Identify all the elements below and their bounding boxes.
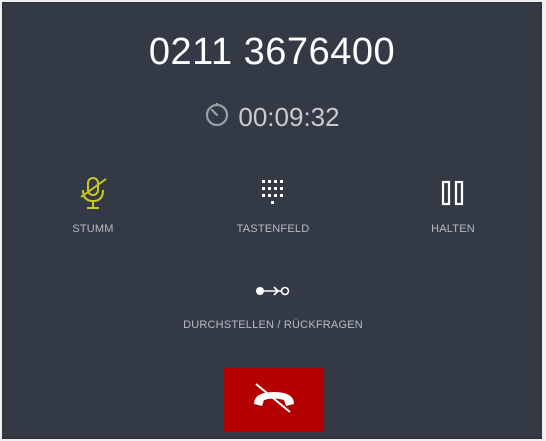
hang-up-button[interactable] bbox=[223, 368, 324, 432]
keypad-label: TASTENFELD bbox=[236, 223, 310, 235]
transfer-icon bbox=[173, 281, 373, 301]
dialpad-icon bbox=[203, 175, 343, 211]
stopwatch-icon bbox=[204, 101, 238, 134]
pause-icon bbox=[383, 175, 523, 211]
keypad-button[interactable]: TASTENFELD bbox=[203, 175, 343, 235]
hang-up-phone-icon bbox=[250, 382, 298, 419]
phone-number: 0211 3676400 bbox=[148, 31, 396, 73]
call-panel: 0211 3676400 00:09:32 STUMM TASTENFELD H… bbox=[2, 2, 542, 439]
mute-button[interactable]: STUMM bbox=[23, 175, 163, 235]
hold-button[interactable]: HALTEN bbox=[383, 175, 523, 235]
transfer-button[interactable]: DURCHSTELLEN / RÜCKFRAGEN bbox=[173, 281, 373, 331]
hold-label: HALTEN bbox=[431, 223, 475, 235]
mute-label: STUMM bbox=[72, 223, 114, 235]
microphone-muted-icon bbox=[23, 175, 163, 211]
transfer-label: DURCHSTELLEN / RÜCKFRAGEN bbox=[183, 319, 363, 331]
call-timer: 00:09:32 bbox=[3, 101, 541, 134]
call-duration: 00:09:32 bbox=[238, 102, 340, 132]
